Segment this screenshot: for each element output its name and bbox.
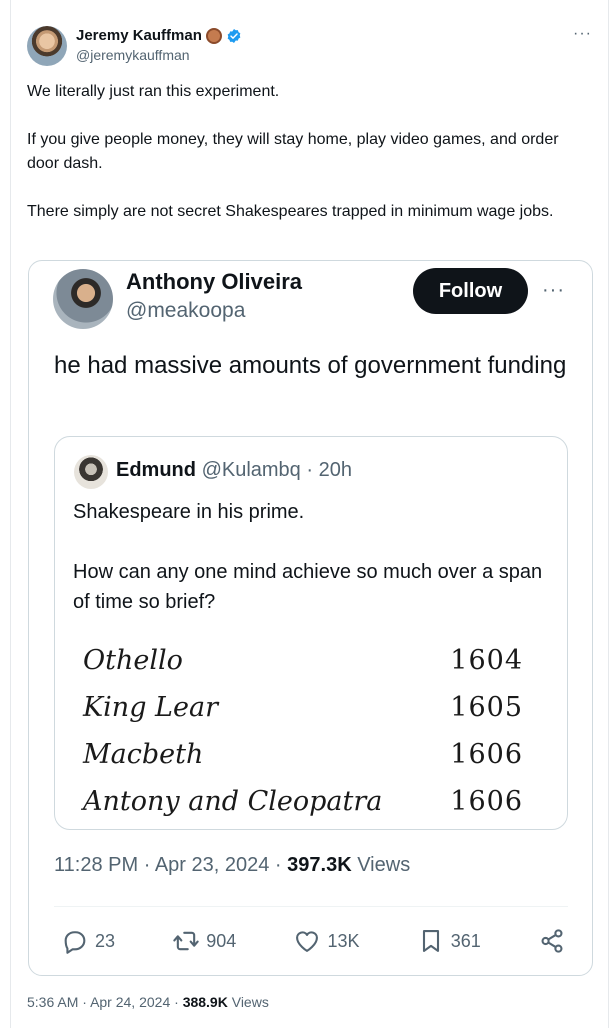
embedded-tweet[interactable]: Anthony Oliveira @meakoopa Follow ··· he… — [28, 260, 593, 976]
quoted-paragraph: How can any one mind achieve so much ove… — [73, 561, 543, 613]
cookie-emoji-icon — [205, 27, 222, 44]
repost-button[interactable]: 904 — [172, 927, 236, 955]
repost-count: 904 — [206, 930, 237, 951]
embedded-tweet-date[interactable]: Apr 23, 2024 — [155, 854, 270, 876]
separator-dot: · — [82, 994, 87, 1010]
play-year: 1604 — [450, 645, 523, 676]
author-handle[interactable]: @jeremykauffman — [76, 47, 190, 63]
embedded-author-avatar[interactable] — [53, 269, 113, 329]
bookmark-icon — [422, 930, 439, 952]
repost-icon — [173, 931, 199, 951]
reply-icon — [64, 931, 86, 954]
quoted-author-avatar[interactable] — [74, 455, 108, 489]
tweet-paragraph: There simply are not secret Shakespeares… — [27, 203, 554, 220]
quoted-tweet-header: Edmund @Kulambq · 20h — [116, 459, 352, 482]
reply-count: 23 — [95, 930, 116, 951]
like-count: 13K — [327, 930, 360, 951]
play-row: Othello 1604 — [83, 637, 523, 684]
tweet-paragraph: We literally just ran this experiment. — [27, 83, 280, 100]
quoted-tweet-text: Shakespeare in his prime. How can any on… — [73, 497, 553, 647]
embedded-tweet-meta: 11:28 PM · Apr 23, 2024 · 397.3K Views — [54, 854, 410, 877]
separator-dot: · — [143, 854, 151, 876]
tweet-date[interactable]: Apr 24, 2024 — [90, 994, 170, 1010]
plays-image[interactable]: Othello 1604 King Lear 1605 Macbeth 1606… — [83, 637, 523, 825]
separator-dot: · — [274, 854, 282, 876]
tweet-time[interactable]: 5:36 AM — [27, 994, 78, 1010]
verified-badge-icon — [227, 28, 241, 43]
embedded-views-label: Views — [357, 854, 411, 876]
play-row: King Lear 1605 — [83, 684, 523, 731]
divider — [54, 906, 568, 907]
play-year: 1606 — [450, 739, 523, 770]
embedded-tweet-time[interactable]: 11:28 PM — [54, 854, 138, 876]
tweet-text: We literally just ran this experiment. I… — [27, 80, 587, 248]
separator-dot: · — [306, 459, 314, 481]
share-button[interactable] — [538, 927, 566, 955]
play-year: 1606 — [450, 786, 523, 817]
author-name[interactable]: Jeremy Kauffman — [76, 27, 202, 44]
bookmark-button[interactable]: 361 — [417, 927, 481, 955]
play-row: Macbeth 1606 — [83, 731, 523, 778]
embedded-author-name[interactable]: Anthony Oliveira — [126, 269, 302, 295]
quoted-author-name[interactable]: Edmund — [116, 459, 196, 481]
play-title: King Lear — [83, 692, 218, 723]
quoted-author-handle[interactable]: @Kulambq — [202, 459, 301, 481]
author-avatar[interactable] — [27, 26, 67, 66]
action-bar: 23 904 13K 361 — [61, 927, 566, 955]
follow-button[interactable]: Follow — [413, 268, 528, 314]
play-title: Othello — [83, 645, 183, 676]
play-title: Antony and Cleopatra — [83, 786, 383, 817]
share-icon — [541, 929, 563, 953]
quoted-paragraph: Shakespeare in his prime. — [73, 501, 305, 523]
embedded-views-count: 397.3K — [287, 854, 352, 876]
more-options-icon[interactable]: ··· — [573, 25, 592, 43]
bookmark-count: 361 — [450, 930, 481, 951]
separator-dot: · — [174, 994, 179, 1010]
embedded-tweet-text: he had massive amounts of government fun… — [54, 352, 567, 379]
like-button[interactable]: 13K — [293, 927, 360, 955]
quoted-tweet-age[interactable]: 20h — [319, 459, 352, 481]
play-year: 1605 — [450, 692, 523, 723]
embedded-more-options-icon[interactable]: ··· — [542, 279, 565, 302]
reply-button[interactable]: 23 — [61, 927, 115, 955]
play-title: Macbeth — [83, 739, 204, 770]
quoted-tweet[interactable]: Edmund @Kulambq · 20h Shakespeare in his… — [54, 436, 568, 830]
tweet-meta: 5:36 AM · Apr 24, 2024 · 388.9K Views — [27, 994, 269, 1010]
play-row: Antony and Cleopatra 1606 — [83, 778, 523, 825]
heart-icon — [296, 931, 319, 952]
views-count: 388.9K — [182, 994, 228, 1010]
embedded-author-handle[interactable]: @meakoopa — [126, 299, 245, 323]
views-label: Views — [231, 994, 269, 1010]
tweet-paragraph: If you give people money, they will stay… — [27, 131, 559, 172]
author-name-row: Jeremy Kauffman — [76, 27, 242, 44]
